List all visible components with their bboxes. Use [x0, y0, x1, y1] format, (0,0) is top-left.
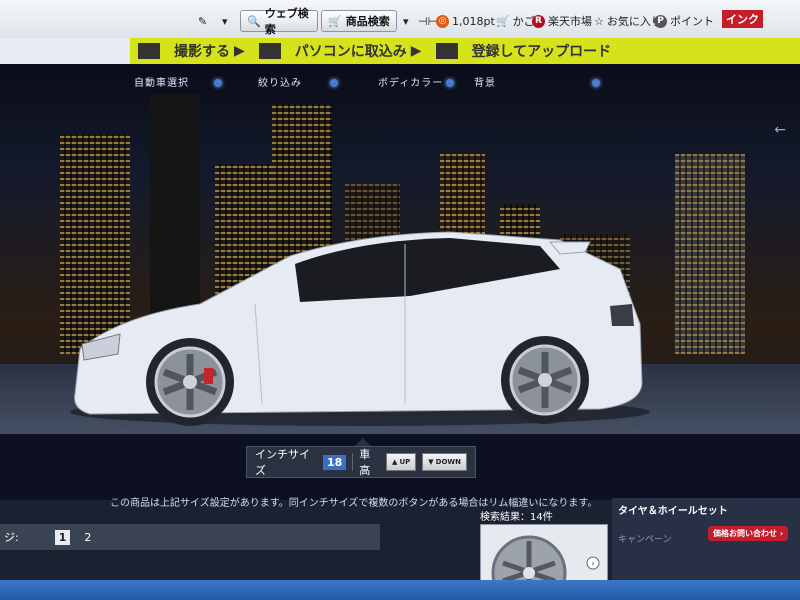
taillight	[610, 304, 634, 326]
result-thumbnail[interactable]: ›	[480, 524, 608, 582]
cart-small-icon: 🛒	[496, 14, 510, 28]
camera-icon	[138, 43, 160, 59]
inch-size-label: インチサイズ	[255, 448, 310, 477]
tab-car-select[interactable]: 自動車選択	[134, 74, 189, 89]
price-inquiry-button[interactable]: 価格お問い合わせ ›	[708, 526, 789, 541]
left-strip	[0, 38, 131, 64]
wheel-thumbnail-icon: ›	[491, 535, 600, 581]
car-illustration	[70, 231, 650, 426]
page-link-2[interactable]: 2	[80, 530, 95, 545]
side-panel-title[interactable]: タイヤ＆ホイールセット	[618, 502, 728, 517]
points-link[interactable]: ◎ 1,018pt	[436, 12, 495, 30]
cart-icon: 🛒	[328, 14, 342, 28]
dropdown-icon[interactable]: ▾	[403, 12, 409, 30]
os-taskbar	[0, 580, 800, 600]
point-link[interactable]: P ポイント	[654, 12, 714, 30]
tab-indicator-icon	[592, 79, 600, 87]
search-results-count: 検索結果：14件	[480, 512, 553, 523]
height-down-button[interactable]: ▼ DOWN	[422, 453, 467, 471]
cart-link[interactable]: 🛒 かご	[496, 12, 535, 30]
web-search-button[interactable]: 🔍 ウェブ検索	[240, 7, 318, 36]
tab-indicator-icon	[214, 79, 222, 87]
page-link-1[interactable]: 1	[54, 529, 71, 545]
next-arrow-icon: ›	[591, 559, 594, 568]
controls-pointer	[355, 438, 371, 446]
car-preview-scene: 自動車選択 絞り込み ボディカラー 背景 ←	[0, 64, 800, 434]
tab-body-color[interactable]: ボディカラー	[378, 74, 443, 89]
side-panel-campaign[interactable]: キャンペーン	[618, 532, 672, 545]
size-notice: この商品は上記サイズ設定があります。同インチサイズで複数のボタンがある場合はリム…	[110, 498, 598, 509]
rakuten-link[interactable]: R 楽天市場	[532, 12, 592, 30]
height-up-button[interactable]: ▲ UP	[386, 453, 417, 471]
computer-icon	[258, 43, 281, 59]
upload-icon	[435, 43, 458, 59]
banner-item-import: パソコンに取込み ▶	[294, 43, 422, 60]
p-icon: P	[654, 14, 667, 28]
search-icon: 🔍	[247, 14, 261, 28]
ink-button[interactable]: インク	[722, 10, 763, 28]
pagination: ジ: 1 2	[0, 524, 380, 550]
arrow-left-icon[interactable]: ←	[774, 122, 786, 138]
star-icon: ☆	[594, 14, 604, 28]
split-arrow-icon: ⊣⊢	[418, 14, 438, 28]
chevron-right-icon: ›	[779, 529, 784, 538]
points-icon: ◎	[436, 14, 449, 28]
divider	[352, 453, 354, 471]
banner-item-shoot: 撮影する ▶	[174, 43, 245, 60]
wheel-controls: インチサイズ 18 車高 ▲ UP ▼ DOWN	[246, 446, 476, 478]
product-search-button[interactable]: 🛒 商品検索	[321, 10, 397, 32]
tab-bar: 自動車選択 絞り込み ボディカラー 背景	[0, 70, 800, 90]
pen-icon[interactable]: ✎	[198, 12, 207, 30]
triangle-down-icon: ▼	[428, 458, 434, 466]
promo-banner[interactable]: 撮影する ▶ パソコンに取込み ▶ 登録してアップロード	[130, 38, 800, 64]
triangle-up-icon: ▲	[392, 458, 398, 466]
rakuten-icon: R	[532, 14, 545, 28]
tab-background[interactable]: 背景	[474, 74, 496, 89]
favorites-link[interactable]: ☆ お気に入り	[594, 12, 662, 30]
pagination-label: ジ:	[4, 531, 19, 544]
banner-item-upload: 登録してアップロード	[471, 44, 612, 60]
front-wheel	[146, 338, 234, 426]
rear-wheel	[501, 336, 589, 424]
chevron-down-icon[interactable]: ▾	[222, 12, 228, 30]
tab-filter[interactable]: 絞り込み	[258, 74, 302, 89]
tab-indicator-icon	[446, 79, 454, 87]
tab-indicator-icon	[330, 79, 338, 87]
side-panel: タイヤ＆ホイールセット キャンペーン 価格お問い合わせ ›	[612, 498, 800, 580]
inch-size-value[interactable]: 18	[323, 454, 347, 470]
ride-height-label: 車高	[359, 448, 371, 477]
browser-toolbar: ✎ ▾ 🔍 ウェブ検索 🛒 商品検索 ▾ ⊣⊢ ◎ 1,018pt 🛒 かご R…	[0, 0, 800, 39]
